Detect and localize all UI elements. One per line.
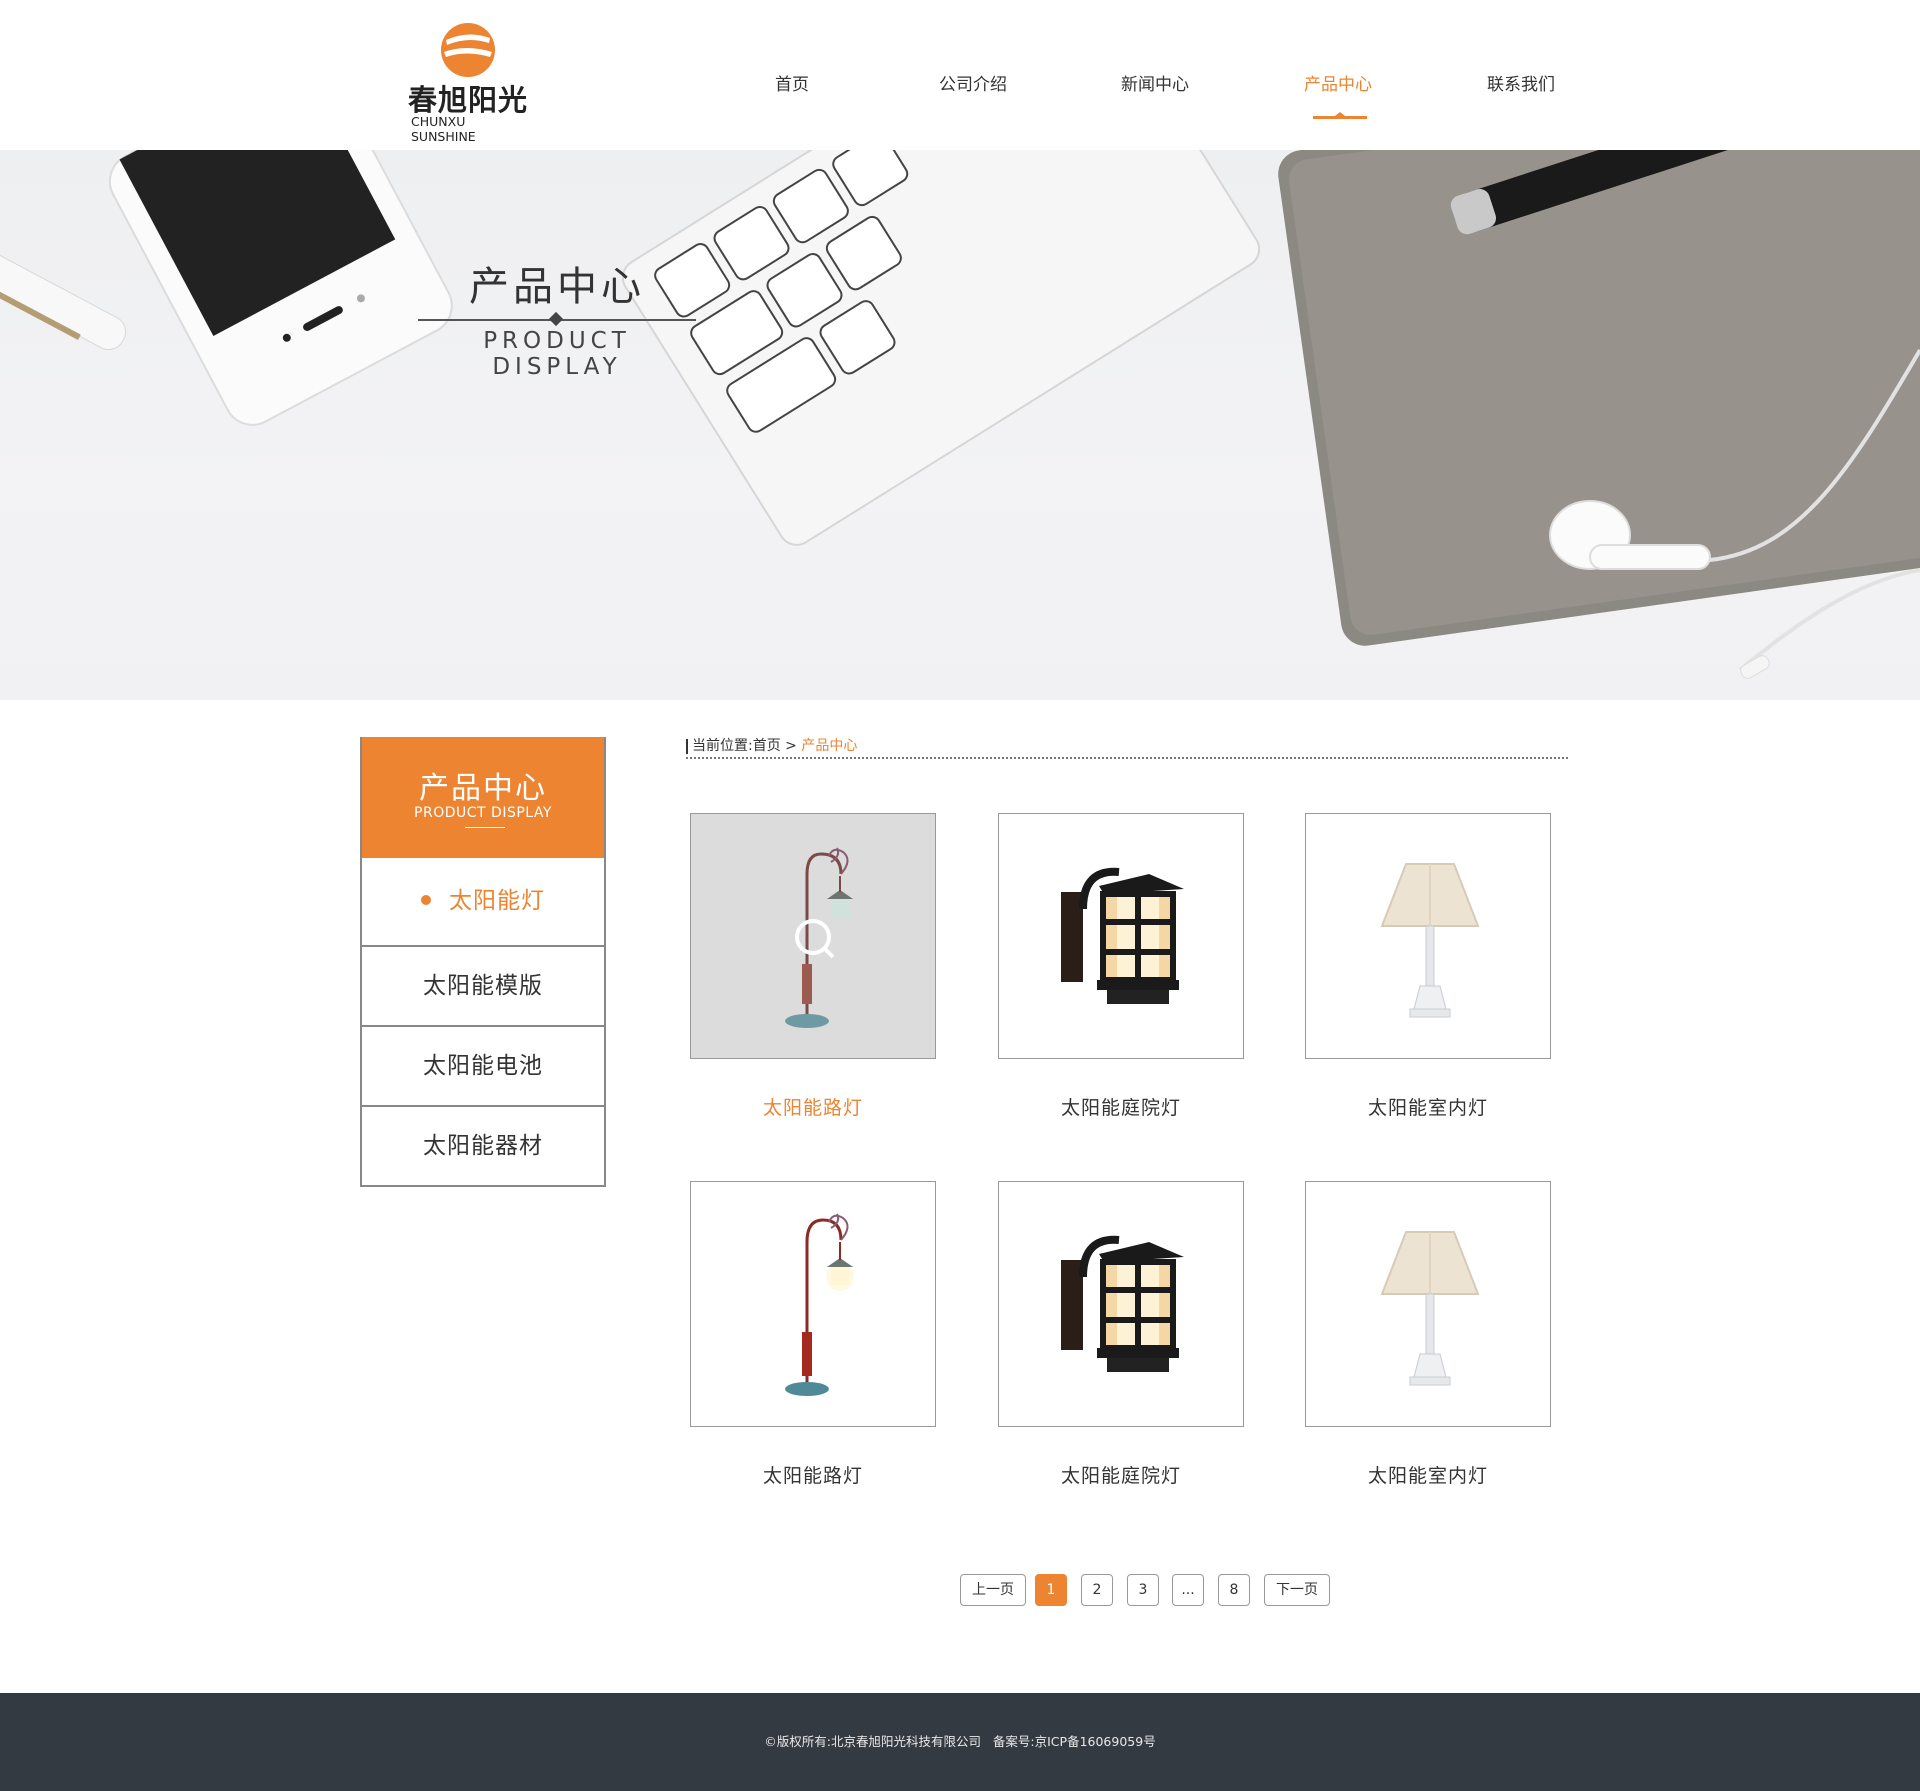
sidebar-item-solar-equipment[interactable]: 太阳能器材 bbox=[362, 1105, 604, 1185]
nav-news[interactable]: 新闻中心 bbox=[1121, 70, 1189, 95]
active-dot-icon bbox=[421, 894, 431, 905]
breadcrumb: 当前位置:首页 > 产品中心 bbox=[686, 735, 1568, 759]
product-image-box[interactable] bbox=[690, 813, 936, 1059]
wall-lantern-icon bbox=[1061, 867, 1184, 1004]
product-card[interactable]: 太阳能路灯 bbox=[690, 1181, 936, 1487]
logo[interactable]: 春旭阳光 CHUNXU SUNSHINE bbox=[408, 22, 528, 144]
nav-products[interactable]: 产品中心 bbox=[1304, 70, 1372, 95]
sidebar-item-label: 太阳能器材 bbox=[423, 1133, 543, 1159]
product-title[interactable]: 太阳能庭院灯 bbox=[998, 1461, 1244, 1488]
nav-active-indicator bbox=[1313, 112, 1367, 119]
banner-title: 产品中心 PRODUCT DISPLAY bbox=[418, 254, 696, 380]
sidebar-item-label: 太阳能灯 bbox=[449, 888, 545, 914]
breadcrumb-prefix: 当前位置: bbox=[692, 738, 753, 754]
nav-home[interactable]: 首页 bbox=[775, 70, 809, 95]
logo-mark-icon bbox=[441, 23, 495, 77]
banner-desk-illustration bbox=[0, 150, 1920, 679]
sidebar-title-divider bbox=[465, 827, 505, 828]
logo-name-en: CHUNXU SUNSHINE bbox=[411, 114, 476, 144]
breadcrumb-current: 产品中心 bbox=[801, 738, 858, 754]
nav-about[interactable]: 公司介绍 bbox=[939, 70, 1007, 95]
banner-title-en: PRODUCT DISPLAY bbox=[483, 328, 631, 380]
table-lamp-icon bbox=[1380, 1231, 1480, 1386]
banner-divider bbox=[418, 314, 696, 326]
product-title[interactable]: 太阳能路灯 bbox=[690, 1461, 936, 1488]
breadcrumb-separator: > bbox=[785, 738, 797, 754]
product-card[interactable]: 太阳能庭院灯 bbox=[998, 813, 1244, 1119]
page-2-button[interactable]: 2 bbox=[1081, 1574, 1113, 1606]
sidebar-item-label: 太阳能模版 bbox=[423, 973, 543, 999]
product-card[interactable]: 太阳能路灯 bbox=[690, 813, 936, 1119]
page-8-button[interactable]: 8 bbox=[1218, 1574, 1250, 1606]
logo-name-cn: 春旭阳光 bbox=[408, 83, 529, 117]
product-title[interactable]: 太阳能室内灯 bbox=[1305, 1093, 1551, 1120]
sidebar-title-en: PRODUCT DISPLAY bbox=[414, 805, 552, 821]
site-footer: ©版权所有:北京春旭阳光科技有限公司 备案号:京ICP备16069059号 bbox=[0, 1693, 1920, 1791]
page-1-button[interactable]: 1 bbox=[1035, 1574, 1067, 1606]
product-title[interactable]: 太阳能室内灯 bbox=[1305, 1461, 1551, 1488]
hero-banner: 产品中心 PRODUCT DISPLAY bbox=[0, 150, 1920, 700]
product-image-box[interactable] bbox=[1305, 813, 1551, 1059]
sidebar-item-solar-lamp[interactable]: 太阳能灯 bbox=[362, 858, 604, 945]
sidebar-item-solar-battery[interactable]: 太阳能电池 bbox=[362, 1025, 604, 1105]
product-image-box[interactable] bbox=[1305, 1181, 1551, 1427]
product-image-box[interactable] bbox=[690, 1181, 936, 1427]
sidebar-title-cn: 产品中心 bbox=[419, 771, 547, 806]
banner-title-cn: 产品中心 bbox=[469, 264, 645, 310]
sidebar-item-solar-panel[interactable]: 太阳能模版 bbox=[362, 945, 604, 1025]
product-card[interactable]: 太阳能室内灯 bbox=[1305, 1181, 1551, 1487]
breadcrumb-marker bbox=[686, 738, 688, 754]
product-image-box[interactable] bbox=[998, 1181, 1244, 1427]
prev-page-button[interactable]: 上一页 bbox=[960, 1574, 1026, 1606]
sidebar-header: 产品中心 PRODUCT DISPLAY bbox=[362, 737, 604, 858]
street-lamp-icon bbox=[785, 847, 853, 1028]
product-card[interactable]: 太阳能室内灯 bbox=[1305, 813, 1551, 1119]
category-sidebar: 产品中心 PRODUCT DISPLAY 太阳能灯 太阳能模版 太阳能电池 太阳… bbox=[360, 737, 606, 1187]
footer-copyright: ©版权所有:北京春旭阳光科技有限公司 备案号:京ICP备16069059号 bbox=[764, 1734, 1156, 1749]
product-title[interactable]: 太阳能庭院灯 bbox=[998, 1093, 1244, 1120]
site-header: 春旭阳光 CHUNXU SUNSHINE 首页 公司介绍 新闻中心 产品中心 联… bbox=[0, 0, 1920, 150]
pagination: 上一页 1 2 3 ... 8 下一页 bbox=[960, 1574, 1330, 1606]
breadcrumb-home-link[interactable]: 首页 bbox=[753, 738, 781, 754]
page-3-button[interactable]: 3 bbox=[1127, 1574, 1159, 1606]
wall-lantern-icon bbox=[1061, 1235, 1184, 1372]
next-page-button[interactable]: 下一页 bbox=[1264, 1574, 1330, 1606]
product-card[interactable]: 太阳能庭院灯 bbox=[998, 1181, 1244, 1487]
nav-contact[interactable]: 联系我们 bbox=[1487, 70, 1555, 95]
product-image-box[interactable] bbox=[998, 813, 1244, 1059]
table-lamp-icon bbox=[1380, 863, 1480, 1018]
sidebar-item-label: 太阳能电池 bbox=[423, 1053, 543, 1079]
street-lamp-icon bbox=[785, 1213, 854, 1396]
product-title[interactable]: 太阳能路灯 bbox=[690, 1093, 936, 1120]
page-ellipsis[interactable]: ... bbox=[1172, 1574, 1204, 1606]
